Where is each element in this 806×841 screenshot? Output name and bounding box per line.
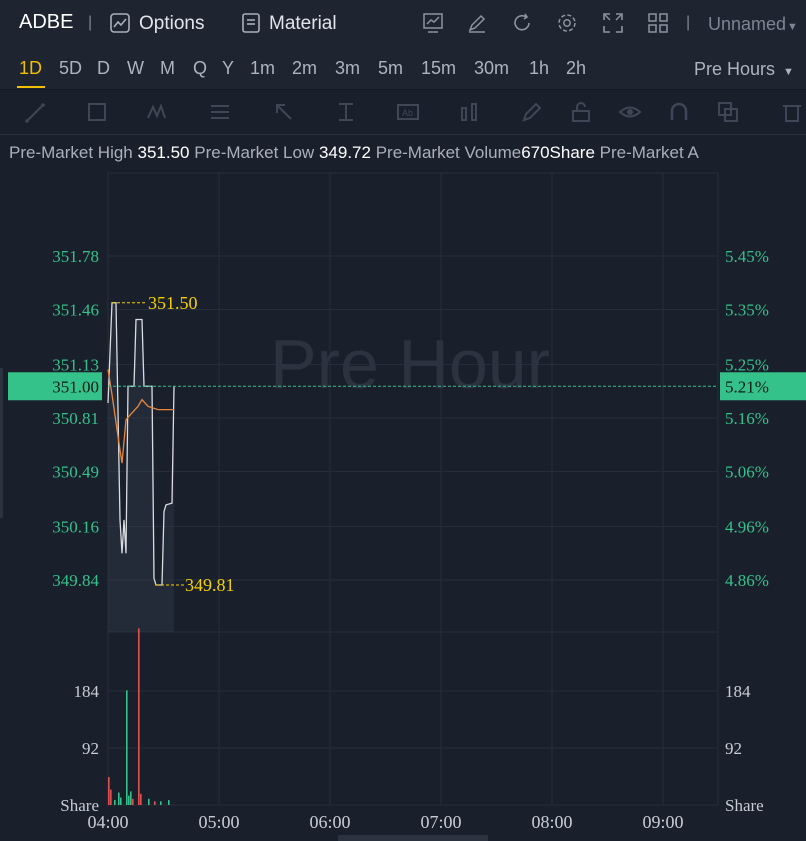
price-tick-label: 351.46 — [52, 300, 99, 319]
chart-frame — [107, 172, 719, 806]
percent-tick-label: 4.96% — [725, 518, 769, 537]
volume-tick-label-right: 92 — [725, 739, 742, 758]
volume-bar — [160, 801, 162, 805]
volume-bar — [168, 800, 170, 805]
time-tick-label: 08:00 — [531, 812, 572, 832]
price-tick-label: 350.81 — [52, 409, 99, 428]
percent-tick-label: 5.35% — [725, 300, 769, 319]
percent-tick-label: 5.25% — [725, 356, 769, 375]
price-chart[interactable]: Pre Hour 351.78351.46351.13350.81350.493… — [0, 0, 806, 841]
time-tick-label: 04:00 — [87, 812, 128, 832]
volume-bar — [108, 777, 110, 805]
session-watermark: Pre Hour — [270, 325, 550, 403]
price-area-fill — [108, 302, 174, 632]
volume-bar — [126, 690, 128, 805]
volume-bars — [108, 628, 170, 805]
percent-tick-label: 4.86% — [725, 571, 769, 590]
volume-bar — [132, 798, 134, 805]
price-axis-left: 351.78 351.46 351.13 350.81 350.49 350.16 349.… — [52, 247, 99, 590]
price-tick-label: 350.49 — [52, 462, 99, 481]
volume-bar — [128, 795, 130, 805]
time-tick-label: 05:00 — [198, 812, 239, 832]
volume-bar — [148, 798, 150, 805]
volume-bar — [140, 793, 142, 805]
volume-bar — [120, 797, 122, 805]
percent-tick-label: 5.16% — [725, 409, 769, 428]
volume-bar — [114, 800, 116, 805]
time-tick-label: 06:00 — [309, 812, 350, 832]
percent-axis-right: 5.45% 5.35% 5.25% 5.16% 5.06% 4.96% 4.86% — [725, 247, 769, 590]
percent-tick-label: 5.06% — [725, 462, 769, 481]
price-tick-label: 349.84 — [52, 571, 99, 590]
volume-bar — [130, 791, 132, 805]
price-tick-label: 350.16 — [52, 518, 99, 537]
chart-grid — [107, 172, 719, 806]
high-marker-label: 351.50 — [148, 293, 198, 313]
volume-bar — [154, 801, 156, 805]
volume-tick-label-right: 184 — [725, 682, 751, 701]
price-tick-label: 351.13 — [52, 356, 99, 375]
low-marker-label: 349.81 — [185, 575, 235, 595]
volume-tick-label-right: Share — [725, 796, 764, 815]
time-tick-label: 07:00 — [420, 812, 461, 832]
volume-tick-label-left: 184 — [74, 682, 100, 701]
price-area — [108, 302, 174, 632]
current-price-label: 351.00 — [52, 377, 99, 396]
price-tick-label: 351.78 — [52, 247, 99, 266]
time-axis: 04:00 05:00 06:00 07:00 08:00 09:00 — [87, 812, 683, 832]
volume-bar — [110, 789, 112, 805]
volume-bar — [138, 628, 140, 805]
current-percent-label: 5.21% — [725, 377, 769, 396]
volume-bar — [118, 792, 120, 805]
time-tick-label: 09:00 — [642, 812, 683, 832]
percent-tick-label: 5.45% — [725, 247, 769, 266]
volume-tick-label-left: 92 — [82, 739, 99, 758]
